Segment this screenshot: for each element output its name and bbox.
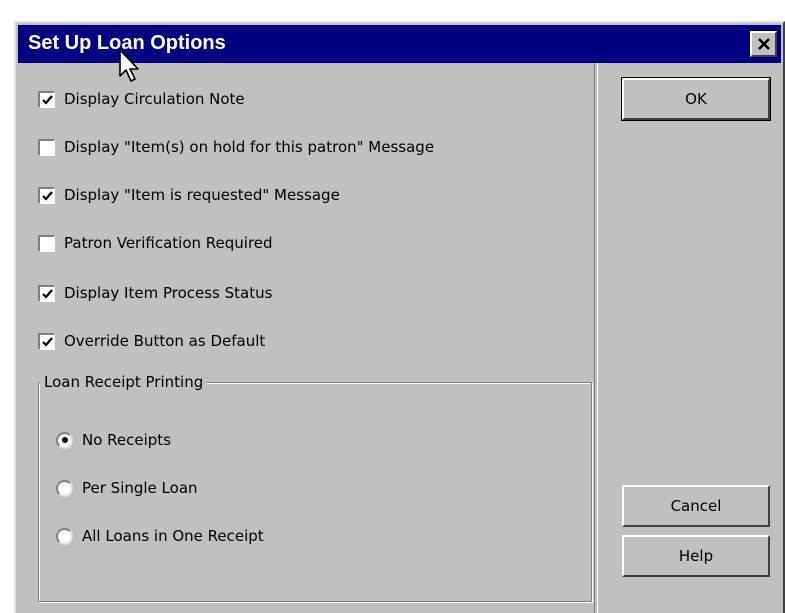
- option-display-hold-message[interactable]: Display "Item(s) on hold for this patron…: [38, 136, 434, 158]
- option-display-requested-message[interactable]: Display "Item is requested" Message: [38, 184, 340, 206]
- ok-button[interactable]: OK: [621, 77, 771, 121]
- option-display-circulation-note[interactable]: Display Circulation Note: [38, 88, 245, 110]
- help-button[interactable]: Help: [622, 535, 770, 577]
- option-label: Display "Item(s) on hold for this patron…: [64, 138, 435, 156]
- option-label: Patron Verification Required: [64, 234, 273, 252]
- radio-dot-icon: [61, 437, 68, 443]
- set-up-loan-options-dialog: Set Up Loan Options Display Circulation …: [14, 21, 785, 613]
- checkbox[interactable]: [38, 186, 55, 204]
- checkbox[interactable]: [38, 138, 55, 156]
- radio-button[interactable]: [56, 479, 73, 497]
- radio-all-loans-one-receipt[interactable]: All Loans in One Receipt: [56, 525, 264, 547]
- option-patron-verification-required[interactable]: Patron Verification Required: [38, 232, 273, 254]
- checkbox[interactable]: [38, 332, 55, 350]
- radio-label: Per Single Loan: [82, 479, 198, 497]
- vertical-divider: [594, 63, 598, 613]
- close-button[interactable]: [750, 31, 777, 57]
- checkmark-icon: [41, 94, 53, 105]
- radio-button[interactable]: [56, 431, 73, 449]
- close-icon: [757, 38, 770, 50]
- mouse-pointer-icon: [119, 49, 139, 82]
- checkmark-icon: [41, 190, 53, 201]
- option-label: Display "Item is requested" Message: [64, 186, 340, 204]
- checkbox[interactable]: [38, 284, 55, 302]
- ok-label: OK: [685, 90, 707, 108]
- radio-no-receipts[interactable]: No Receipts: [56, 429, 171, 451]
- option-label: Display Item Process Status: [64, 284, 273, 302]
- radio-label: All Loans in One Receipt: [82, 527, 264, 545]
- radio-button[interactable]: [56, 527, 73, 545]
- group-legend: Loan Receipt Printing: [40, 373, 208, 391]
- checkmark-icon: [41, 288, 53, 299]
- option-label: Override Button as Default: [64, 332, 266, 350]
- option-label: Display Circulation Note: [64, 90, 245, 108]
- cancel-label: Cancel: [670, 497, 722, 515]
- checkbox[interactable]: [38, 90, 55, 108]
- option-override-button-default[interactable]: Override Button as Default: [38, 330, 265, 352]
- option-display-item-process-status[interactable]: Display Item Process Status: [38, 282, 272, 304]
- checkmark-icon: [41, 336, 53, 347]
- cancel-button[interactable]: Cancel: [622, 485, 770, 527]
- radio-per-single-loan[interactable]: Per Single Loan: [56, 477, 198, 499]
- help-label: Help: [678, 547, 714, 565]
- checkbox[interactable]: [38, 234, 55, 252]
- radio-label: No Receipts: [82, 431, 172, 449]
